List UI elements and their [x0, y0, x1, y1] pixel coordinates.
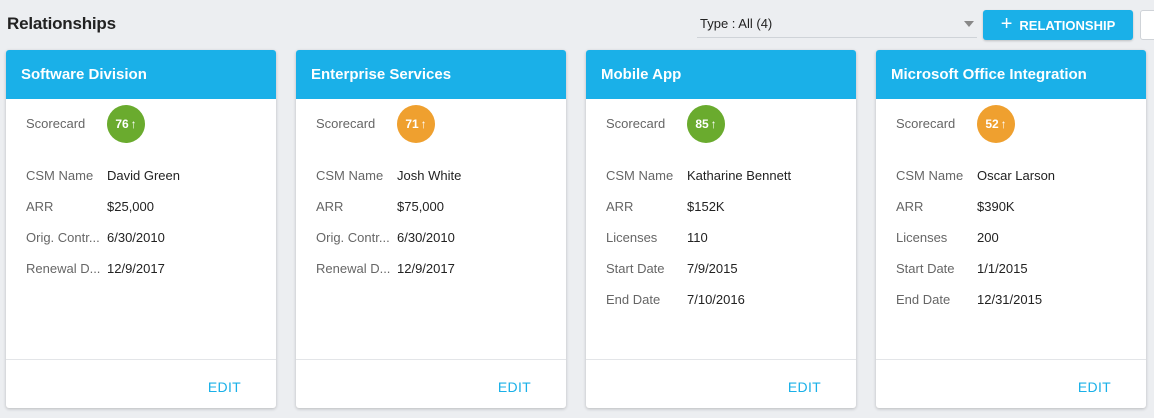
card-title[interactable]: Software Division — [6, 50, 276, 99]
field-label: CSM Name — [316, 168, 384, 183]
field-label: Licenses — [606, 230, 658, 245]
page-title: Relationships — [7, 14, 116, 33]
field-value: 6/30/2010 — [107, 230, 165, 245]
field-label: End Date — [896, 292, 951, 307]
field-row: Renewal D... 12/9/2017 — [316, 261, 455, 276]
field-value: 7/10/2016 — [687, 292, 745, 307]
field-label: Orig. Contr... — [316, 230, 390, 245]
score-badge[interactable]: 52 ↑ — [977, 105, 1015, 143]
plus-icon: + — [1000, 13, 1013, 35]
field-row: ARR $390K — [896, 199, 1015, 214]
score-badge[interactable]: 85 ↑ — [687, 105, 725, 143]
field-row: Start Date 7/9/2015 — [606, 261, 738, 276]
field-row: Licenses 110 — [606, 230, 708, 245]
field-label: Licenses — [896, 230, 948, 245]
field-value: $152K — [687, 199, 725, 214]
score-value: 85 — [695, 117, 709, 131]
field-row: ARR $75,000 — [316, 199, 444, 214]
field-row: ARR $152K — [606, 199, 725, 214]
field-label: Renewal D... — [316, 261, 391, 276]
field-label: Renewal D... — [26, 261, 101, 276]
edit-button[interactable]: EDIT — [788, 379, 821, 395]
card-divider — [6, 359, 276, 360]
field-row: ARR $25,000 — [26, 199, 154, 214]
field-row: End Date 12/31/2015 — [896, 292, 1042, 307]
type-filter-value: Type : All (4) — [700, 16, 773, 31]
field-row: Orig. Contr... 6/30/2010 — [316, 230, 455, 245]
field-value: 110 — [687, 230, 708, 245]
field-row: CSM Name Katharine Bennett — [606, 168, 791, 183]
scorecard-label: Scorecard — [896, 116, 956, 131]
field-value: Oscar Larson — [977, 168, 1056, 183]
field-label: ARR — [316, 199, 344, 214]
chevron-down-icon — [964, 21, 974, 27]
field-label: Orig. Contr... — [26, 230, 100, 245]
field-row: CSM Name Oscar Larson — [896, 168, 1055, 183]
field-value: David Green — [107, 168, 180, 183]
more-options-button[interactable] — [1140, 10, 1154, 40]
field-label: ARR — [606, 199, 634, 214]
relationship-card: Mobile App Scorecard 85 ↑ CSM Name Kathari… — [586, 50, 856, 408]
field-label: Start Date — [896, 261, 955, 276]
field-value: $390K — [977, 199, 1015, 214]
field-value: 200 — [977, 230, 999, 245]
card-title[interactable]: Mobile App — [586, 50, 856, 99]
field-row: CSM Name Josh White — [316, 168, 461, 183]
field-value: 6/30/2010 — [397, 230, 455, 245]
scorecard-label: Scorecard — [316, 116, 376, 131]
scorecard-label: Scorecard — [26, 116, 86, 131]
field-value: 12/31/2015 — [977, 292, 1043, 307]
field-row: CSM Name David Green — [26, 168, 180, 183]
field-value: 1/1/2015 — [977, 261, 1028, 276]
score-value: 71 — [405, 117, 419, 131]
field-row: Start Date 1/1/2015 — [896, 261, 1028, 276]
field-value: Josh White — [397, 168, 462, 183]
scorecard-label: Scorecard — [606, 116, 666, 131]
edit-button[interactable]: EDIT — [498, 379, 531, 395]
card-divider — [876, 359, 1146, 360]
arrow-up-icon: ↑ — [710, 117, 717, 131]
card-divider — [296, 359, 566, 360]
card-divider — [586, 359, 856, 360]
edit-button[interactable]: EDIT — [1078, 379, 1111, 395]
arrow-up-icon: ↑ — [1000, 117, 1007, 131]
card-title[interactable]: Enterprise Services — [296, 50, 566, 99]
relationship-card: Microsoft Office Integration Scorecard 5… — [876, 50, 1146, 408]
scorecard-row: Scorecard — [606, 116, 687, 131]
arrow-up-icon: ↑ — [420, 117, 427, 131]
field-value: Katharine Bennett — [687, 168, 792, 183]
scorecard-row: Scorecard — [316, 116, 397, 131]
field-label: ARR — [26, 199, 54, 214]
field-value: 12/9/2017 — [397, 261, 455, 276]
field-row: Orig. Contr... 6/30/2010 — [26, 230, 165, 245]
score-value: 76 — [115, 117, 129, 131]
scorecard-row: Scorecard — [896, 116, 977, 131]
edit-button[interactable]: EDIT — [208, 379, 241, 395]
field-row: Renewal D... 12/9/2017 — [26, 261, 165, 276]
add-relationship-button[interactable]: + RELATIONSHIP — [983, 10, 1133, 40]
field-value: 7/9/2015 — [687, 261, 738, 276]
field-label: End Date — [606, 292, 661, 307]
field-value: 12/9/2017 — [107, 261, 165, 276]
field-label: CSM Name — [26, 168, 94, 183]
field-row: End Date 7/10/2016 — [606, 292, 745, 307]
field-value: $75,000 — [397, 199, 444, 214]
scorecard-row: Scorecard — [26, 116, 107, 131]
arrow-up-icon: ↑ — [130, 117, 137, 131]
score-badge[interactable]: 76 ↑ — [107, 105, 145, 143]
field-label: ARR — [896, 199, 924, 214]
score-value: 52 — [985, 117, 999, 131]
field-label: Start Date — [606, 261, 665, 276]
field-label: CSM Name — [896, 168, 964, 183]
field-row: Licenses 200 — [896, 230, 999, 245]
relationship-card: Software Division Scorecard 76 ↑ CSM Name… — [6, 50, 276, 408]
add-relationship-label: RELATIONSHIP — [1019, 17, 1116, 33]
relationship-card: Enterprise Services Scorecard 71 ↑ CSM Na… — [296, 50, 566, 408]
field-label: CSM Name — [606, 168, 674, 183]
score-badge[interactable]: 71 ↑ — [397, 105, 435, 143]
card-title[interactable]: Microsoft Office Integration — [876, 50, 1146, 99]
type-filter-dropdown[interactable]: Type : All (4) — [697, 10, 977, 38]
field-value: $25,000 — [107, 199, 154, 214]
